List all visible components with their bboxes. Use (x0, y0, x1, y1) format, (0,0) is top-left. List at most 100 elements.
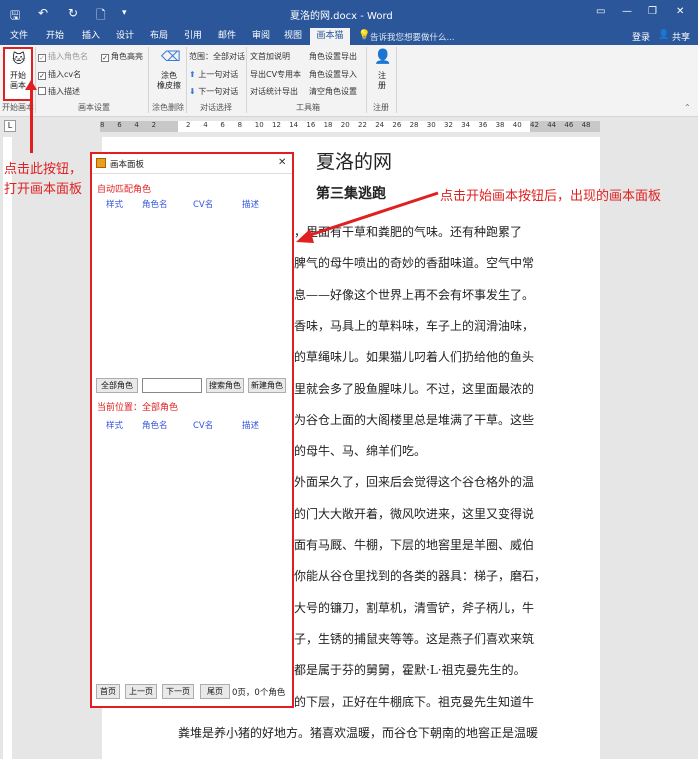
eraser-label: 涂色 橡皮擦 (157, 71, 181, 90)
ruler-tick-label: 20 (340, 121, 350, 129)
next-dialog-button[interactable]: ⬇ 下一句对话 (189, 86, 238, 97)
horizontal-ruler[interactable]: L 8 6 4 2 2 4 6 8 10 12 14 16 18 20 22 24 26 28 30 32 34 36 38… (0, 117, 698, 137)
col-style-2[interactable]: 样式 (106, 419, 123, 431)
undo-icon[interactable]: ↶ (38, 6, 48, 20)
lightbulb-icon: 💡 (358, 30, 371, 41)
col-role-name-2[interactable]: 角色名 (142, 419, 168, 431)
tab-huabenmao[interactable]: 画本猫 (310, 28, 350, 45)
role-search-input[interactable] (142, 378, 202, 393)
annotation-arrow-right (296, 191, 439, 243)
document-line: 的门大大敞开着，微风吹进来，这里又变得说 (294, 506, 535, 521)
all-roles-list[interactable] (96, 434, 288, 674)
ribbon-tabs: 文件 开始 插入 设计 布局 引用 邮件 审阅 视图 画本猫 💡 告诉我您想要做… (0, 28, 698, 45)
new-document-icon[interactable]: 🗋 (96, 6, 106, 27)
tab-layout[interactable]: 布局 (142, 28, 176, 45)
export-cv-button[interactable]: 导出CV专用本 (250, 69, 301, 80)
page-info: 0页，0个角色 (232, 688, 286, 698)
ruler-tick-label: 44 (547, 121, 557, 129)
document-line: 的母牛、马、绵羊们吃。 (294, 444, 427, 459)
huaben-panel: 画本面板 ✕ 自动匹配角色 样式 角色名 CV名 描述 全部角色 搜索角色 新建… (90, 152, 294, 708)
minimize-button[interactable]: — (622, 6, 632, 17)
prev-page-button[interactable]: 上一页 (125, 684, 157, 699)
tab-selector[interactable]: L (4, 120, 16, 132)
document-line: 你能从谷仓里找到的各类的器具：梯子，磨石， (294, 569, 547, 584)
document-line: 为谷仓上面的大阁楼里总是堆满了干草。这些 (294, 412, 535, 427)
down-arrow-icon: ⬇ (189, 87, 196, 96)
insert-role-name-label: 插入角色名 (48, 52, 88, 61)
col-role-name[interactable]: 角色名 (142, 198, 168, 210)
current-position-label: 当前位置：全部角色 (97, 403, 179, 413)
tab-references[interactable]: 引用 (176, 28, 210, 45)
tab-file[interactable]: 文件 (2, 28, 36, 45)
close-button[interactable]: ✕ (676, 6, 684, 17)
annotation-arrowhead-left (25, 80, 37, 90)
col-cv-name[interactable]: CV名 (193, 198, 213, 210)
ruler-tick-label: 16 (306, 121, 316, 129)
insert-role-name-checkbox[interactable]: ✓ 插入角色名 (38, 51, 88, 62)
ruler-ticks: 8 6 4 2 2 4 6 8 10 12 14 16 18 20 22 24 26 28 30 32 34 36 38 40… (100, 121, 600, 132)
ruler-tick-label: 38 (495, 121, 505, 129)
col-cv-name-2[interactable]: CV名 (193, 419, 213, 431)
panel-close-button[interactable]: ✕ (278, 157, 286, 168)
checkbox-icon: ✓ (101, 54, 109, 62)
tab-review[interactable]: 审阅 (244, 28, 278, 45)
register-button[interactable]: 👤 注 册 (370, 49, 394, 101)
ruler-tick-label: 2 (151, 121, 157, 129)
start-huaben-button[interactable]: 🐱 开始 画本 (3, 47, 33, 101)
document-line: 大号的镰刀，割草机，清雪铲，斧子柄儿，牛 (294, 600, 535, 615)
ruler-tick-label: 24 (375, 121, 385, 129)
panel-titlebar[interactable]: 画本面板 ✕ (92, 154, 292, 174)
tell-me-input[interactable]: 告诉我您想要做什么... (370, 31, 455, 43)
collapse-ribbon-icon[interactable]: ⌃ (684, 103, 691, 112)
export-roles-button[interactable]: 角色设置导出 (309, 51, 357, 62)
checkbox-icon: ✓ (38, 54, 46, 62)
next-page-button[interactable]: 下一页 (162, 684, 194, 699)
first-page-button[interactable]: 首页 (96, 684, 120, 699)
auto-match-list[interactable] (96, 212, 288, 372)
last-page-button[interactable]: 尾页 (200, 684, 230, 699)
insert-cv-name-checkbox[interactable]: ✓ 插入cv名 (38, 69, 81, 80)
customize-toolbar-icon[interactable]: ▾ (122, 8, 127, 18)
tab-home[interactable]: 开始 (38, 28, 72, 45)
tab-mailings[interactable]: 邮件 (210, 28, 244, 45)
ruler-tick-label: 36 (478, 121, 488, 129)
insert-desc-label: 插入描述 (48, 87, 80, 96)
eraser-button[interactable]: ⌫ 涂色 橡皮擦 (152, 49, 186, 101)
col-style[interactable]: 样式 (106, 198, 123, 210)
document-line: 粪堆是养小猪的好地方。猪喜欢温暖，而谷仓下朝南的地窖正是温暖 (178, 725, 539, 740)
ruler-tick-label: 6 (117, 121, 122, 129)
col-desc[interactable]: 描述 (242, 198, 259, 210)
panel-title: 画本面板 (110, 160, 145, 170)
insert-desc-checkbox[interactable]: 插入描述 (38, 86, 80, 97)
import-roles-button[interactable]: 角色设置导入 (309, 69, 357, 80)
document-line: 的下层，正好在牛棚底下。祖克曼先生知道牛 (294, 694, 535, 709)
save-icon[interactable]: 🖫 (10, 6, 20, 27)
export-stats-button[interactable]: 对话统计导出 (250, 86, 298, 97)
vertical-ruler[interactable] (0, 137, 14, 759)
group-tools: 工具箱 (296, 103, 320, 112)
document-line: 外面呆久了，回来后会觉得这个谷仓格外的温 (294, 475, 535, 490)
share-button[interactable]: 共享 (672, 30, 690, 43)
annotation-arrow-left (30, 85, 33, 153)
ruler-tick-label: 46 (564, 121, 574, 129)
restore-button[interactable]: ❐ (648, 6, 657, 17)
clear-roles-button[interactable]: 清空角色设置 (309, 86, 357, 97)
tab-view[interactable]: 视图 (276, 28, 310, 45)
tab-design[interactable]: 设计 (108, 28, 142, 45)
col-desc-2[interactable]: 描述 (242, 419, 259, 431)
redo-icon[interactable]: ↻ (68, 6, 78, 20)
share-icon[interactable]: 👤 (658, 30, 669, 40)
ribbon-display-icon[interactable]: ▭ (596, 6, 605, 17)
prev-dialog-button[interactable]: ⬆ 上一句对话 (189, 69, 238, 80)
sign-in-link[interactable]: 登录 (632, 30, 650, 43)
tab-insert[interactable]: 插入 (74, 28, 108, 45)
all-roles-button[interactable]: 全部角色 (96, 378, 138, 393)
add-desc-button[interactable]: 文首加说明 (250, 51, 290, 62)
range-all-dialogs[interactable]: 范围：全部对话 (189, 51, 245, 62)
search-role-button[interactable]: 搜索角色 (206, 378, 244, 393)
ruler-tick-label: 42 (530, 121, 539, 129)
new-role-button[interactable]: 新建角色 (248, 378, 286, 393)
auto-match-label: 自动匹配角色 (97, 185, 152, 195)
ruler-tick-label: 2 (186, 121, 191, 129)
role-highlight-checkbox[interactable]: ✓ 角色高亮 (101, 51, 143, 62)
